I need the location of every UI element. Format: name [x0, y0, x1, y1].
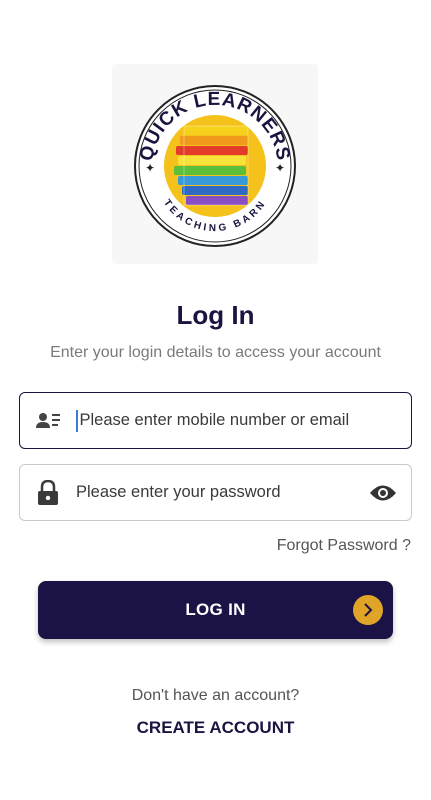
password-field[interactable] [19, 464, 412, 521]
password-input[interactable] [76, 465, 355, 520]
user-input[interactable] [79, 393, 411, 448]
no-account-text: Don't have an account? [131, 687, 300, 704]
user-field[interactable] [19, 392, 412, 449]
svg-text:✦: ✦ [275, 161, 285, 175]
text-cursor [76, 409, 78, 432]
svg-text:✦: ✦ [145, 161, 155, 175]
app-logo: ✦ ✦ QUICK LEARNERS TEACHING BARN [112, 64, 318, 264]
login-button-label: LOG IN [185, 600, 246, 619]
login-button[interactable]: LOG IN [38, 581, 393, 639]
chevron-right-icon [353, 595, 383, 625]
page-title: Log In [176, 300, 255, 330]
page-subtitle: Enter your login details to access your … [50, 344, 381, 361]
logo-emblem: ✦ ✦ QUICK LEARNERS TEACHING BARN [134, 85, 296, 247]
create-account-link[interactable]: CREATE ACCOUNT [0, 718, 431, 738]
forgot-password-link[interactable]: Forgot Password ? [277, 537, 411, 555]
eye-icon[interactable] [355, 484, 411, 502]
lock-icon [20, 479, 76, 506]
contact-card-icon [20, 411, 76, 431]
